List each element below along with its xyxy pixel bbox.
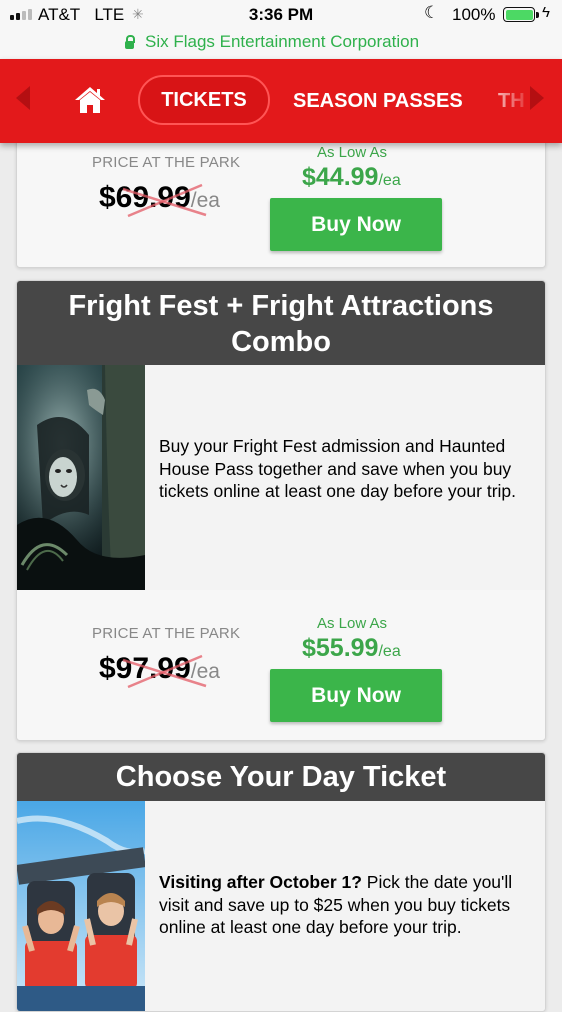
- haunted-attraction-image: [17, 365, 145, 590]
- charging-icon: ϟ: [542, 4, 550, 21]
- home-icon[interactable]: [74, 85, 106, 115]
- buy-now-button[interactable]: Buy Now: [270, 198, 442, 251]
- nav-item-season-passes[interactable]: SEASON PASSES: [293, 90, 463, 113]
- nav-item-tickets[interactable]: TICKETS: [138, 75, 270, 125]
- do-not-disturb-icon: ☾: [424, 3, 440, 22]
- online-price: $44.99/ea: [302, 163, 401, 191]
- card-title: Fright Fest + Fright Attractions Combo: [17, 281, 545, 365]
- strikethrough-icon: [122, 654, 207, 689]
- battery-icon: [503, 7, 539, 22]
- nav-scroll-right-icon[interactable]: [530, 86, 544, 110]
- card-description: Buy your Fright Fest admission and Haunt…: [159, 436, 517, 501]
- price-at-park-label: PRICE AT THE PARK: [92, 154, 241, 171]
- buy-now-button[interactable]: Buy Now: [270, 669, 442, 722]
- battery-percent: 100%: [452, 5, 496, 24]
- as-low-as-label: As Low As: [317, 144, 388, 161]
- site-name: Six Flags Entertainment Corporation: [145, 32, 420, 51]
- status-bar: AT&T LTE ✳ 3:36 PM ☾ 100% ϟ: [0, 0, 562, 30]
- card-title: Choose Your Day Ticket: [17, 753, 545, 801]
- roller-coaster-riders-image: [17, 801, 145, 1011]
- price-at-park-label: PRICE AT THE PARK: [92, 625, 241, 642]
- main-nav: TICKETS SEASON PASSES TH: [0, 59, 562, 143]
- ticket-card: Choose Your Day Ticket Visiting after Oc…: [16, 752, 546, 1012]
- ticket-card: Fright Fest + Fright Attractions Combo B…: [16, 280, 546, 741]
- online-price: $55.99/ea: [302, 634, 401, 662]
- as-low-as-label: As Low As: [317, 615, 388, 632]
- strikethrough-icon: [122, 183, 207, 218]
- address-bar[interactable]: Six Flags Entertainment Corporation: [0, 30, 562, 59]
- card-description: Visiting after October 1? Pick the date …: [159, 872, 513, 937]
- nav-scroll-left-icon[interactable]: [16, 86, 30, 110]
- lock-icon: [125, 35, 135, 49]
